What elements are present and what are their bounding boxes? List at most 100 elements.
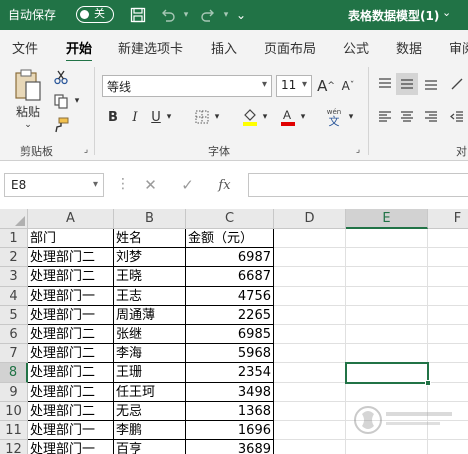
save-icon[interactable] (126, 4, 150, 26)
bold-button[interactable]: B (104, 107, 122, 127)
cell-d1[interactable] (274, 229, 346, 249)
tab-file[interactable]: 文件 (12, 38, 38, 57)
grow-font-icon[interactable]: A ^ (316, 75, 336, 97)
borders-icon[interactable] (192, 107, 212, 127)
phonetic-dropdown-icon[interactable]: ▾ (346, 109, 356, 125)
font-color-dropdown-icon[interactable]: ▾ (298, 109, 308, 125)
cell-e2[interactable] (346, 248, 428, 268)
tab-insert[interactable]: 插入 (211, 38, 237, 57)
paste-label[interactable]: 粘贴 (12, 103, 44, 119)
align-bottom-icon[interactable] (420, 73, 442, 95)
active-cell-selection[interactable] (345, 362, 431, 386)
align-top-icon[interactable] (374, 73, 396, 95)
clipboard-launcher-icon[interactable]: ⌟ (80, 143, 92, 157)
cell-d6[interactable] (274, 325, 346, 345)
column-header-f[interactable]: F (428, 209, 468, 229)
font-size-box[interactable]: 11 ▾ (276, 75, 312, 97)
cell-c12[interactable]: 3689 (186, 440, 274, 454)
cell-f7[interactable] (428, 344, 468, 364)
decrease-indent-icon[interactable] (446, 107, 468, 127)
tab-new[interactable]: 新建选项卡 (118, 38, 183, 57)
column-header-d[interactable]: D (274, 209, 346, 229)
orientation-icon[interactable] (446, 73, 468, 95)
cell-a5[interactable]: 处理部门一 (28, 305, 114, 325)
cell-b8[interactable]: 王珊 (114, 363, 186, 383)
formula-input[interactable] (248, 173, 468, 197)
cell-e7[interactable] (346, 344, 428, 364)
align-right-icon[interactable] (420, 107, 442, 127)
tab-data[interactable]: 数据 (396, 38, 422, 57)
cell-e4[interactable] (346, 286, 428, 306)
underline-dropdown-icon[interactable]: ▾ (164, 109, 174, 125)
cell-d4[interactable] (274, 286, 346, 306)
cell-c1[interactable]: 金额（元） (186, 229, 274, 249)
cell-f3[interactable] (428, 267, 468, 287)
shrink-font-icon[interactable]: Aˇ (338, 75, 358, 97)
paste-icon[interactable] (12, 67, 44, 103)
cell-d8[interactable] (274, 363, 346, 383)
name-box[interactable]: E8 ▾ (4, 173, 104, 197)
format-painter-icon[interactable] (50, 115, 72, 135)
cell-b6[interactable]: 张继 (114, 325, 186, 345)
cell-b1[interactable]: 姓名 (114, 229, 186, 249)
cell-e1[interactable] (346, 229, 428, 249)
cell-f4[interactable] (428, 287, 468, 306)
cell-f6[interactable] (428, 325, 468, 345)
column-header-a[interactable]: A (28, 209, 114, 229)
column-header-b[interactable]: B (114, 209, 186, 229)
cell-b3[interactable]: 王晓 (114, 267, 186, 287)
title-dropdown-icon[interactable]: ⌄ (442, 6, 451, 19)
row-header-11[interactable]: 11 (0, 421, 28, 441)
italic-button[interactable]: I (126, 107, 144, 127)
name-box-dropdown-icon[interactable]: ▾ (93, 179, 98, 190)
cell-a3[interactable]: 处理部门二 (28, 267, 114, 287)
cell-b11[interactable]: 李鹏 (114, 421, 186, 441)
row-header-10[interactable]: 10 (0, 401, 28, 421)
column-header-e[interactable]: E (346, 209, 428, 229)
tab-review[interactable]: 审阅 (449, 38, 468, 57)
font-launcher-icon[interactable]: ⌟ (352, 143, 364, 157)
cell-f5[interactable] (428, 306, 468, 325)
cell-d2[interactable] (274, 248, 346, 268)
cell-d7[interactable] (274, 344, 346, 364)
underline-button[interactable]: U (148, 107, 164, 127)
cell-c2[interactable]: 6987 (186, 248, 274, 268)
select-all-corner[interactable] (0, 209, 28, 229)
cell-a8[interactable]: 处理部门二 (28, 363, 114, 383)
borders-dropdown-icon[interactable]: ▾ (212, 109, 222, 125)
row-header-1[interactable]: 1 (0, 229, 28, 249)
customize-qat-icon[interactable]: ⌄ (234, 4, 248, 26)
tab-home[interactable]: 开始 (66, 38, 93, 63)
cell-f1[interactable] (428, 229, 468, 249)
cell-b2[interactable]: 刘梦 (114, 248, 186, 268)
cell-a11[interactable]: 处理部门一 (28, 421, 114, 441)
cell-c11[interactable]: 1696 (186, 421, 274, 441)
row-header-7[interactable]: 7 (0, 344, 28, 364)
cell-a7[interactable]: 处理部门二 (28, 344, 114, 364)
cell-b7[interactable]: 李海 (114, 344, 186, 364)
fill-color-icon[interactable] (240, 105, 260, 129)
tab-formulas[interactable]: 公式 (343, 38, 369, 57)
cell-a4[interactable]: 处理部门一 (28, 286, 114, 306)
cell-c8[interactable]: 2354 (186, 363, 274, 383)
insert-function-icon[interactable]: fx (206, 178, 243, 193)
cell-e12[interactable] (346, 440, 428, 454)
align-left-icon[interactable] (374, 107, 396, 127)
font-name-dropdown-icon[interactable]: ▾ (262, 79, 267, 90)
cell-d3[interactable] (274, 267, 346, 287)
row-header-3[interactable]: 3 (0, 267, 28, 287)
cancel-icon[interactable]: ✕ (132, 176, 169, 194)
cell-e6[interactable] (346, 325, 428, 345)
cell-e3[interactable] (346, 267, 428, 287)
font-size-dropdown-icon[interactable]: ▾ (302, 79, 307, 90)
cell-b9[interactable]: 任王珂 (114, 382, 186, 402)
font-name-box[interactable]: 等线 ▾ (102, 75, 272, 97)
row-header-9[interactable]: 9 (0, 382, 28, 402)
copy-icon[interactable] (50, 91, 72, 111)
autosave-toggle[interactable]: 关 (76, 6, 114, 23)
row-header-2[interactable]: 2 (0, 248, 28, 268)
resize-handle-icon[interactable]: ⋮ (116, 176, 130, 192)
cell-c6[interactable]: 6985 (186, 325, 274, 345)
paste-dropdown-icon[interactable]: ⌄ (12, 119, 44, 131)
row-header-8[interactable]: 8 (0, 363, 28, 383)
